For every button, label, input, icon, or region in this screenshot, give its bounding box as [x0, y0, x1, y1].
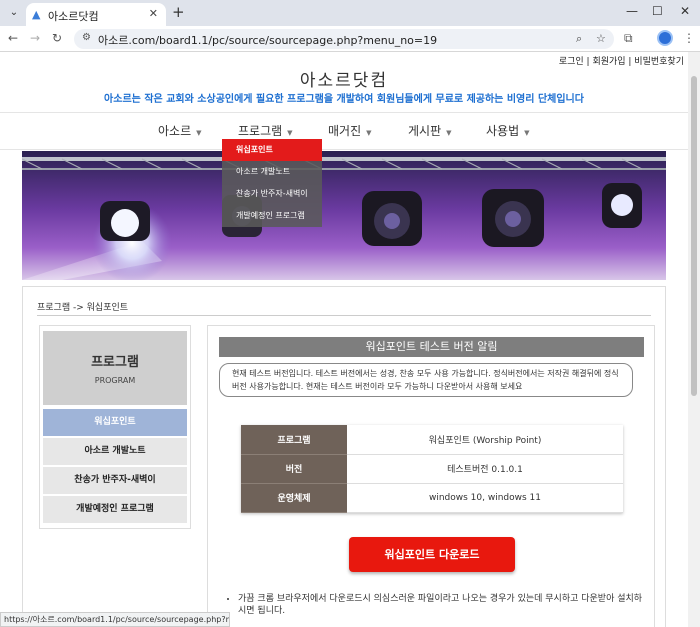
back-arrow-icon[interactable]: ← — [8, 31, 18, 45]
minimize-icon[interactable]: — — [626, 4, 638, 18]
caret-down-icon: ▼ — [446, 129, 452, 137]
scrollbar-thumb[interactable] — [691, 76, 697, 396]
favicon-icon: ▲ — [32, 8, 41, 21]
tab-title: 아소르닷컴 — [48, 10, 99, 23]
caret-down-icon: ▼ — [524, 129, 530, 137]
close-icon[interactable]: ✕ — [149, 7, 158, 20]
main-content: 워십포인트 테스트 버전 알림 현재 테스트 버전입니다. 테스트 버전에서는 … — [207, 325, 655, 627]
sidebar-item-devnote[interactable]: 아소르 개발노트 — [43, 438, 187, 465]
dropdown-item-upcoming[interactable]: 개발예정인 프로그램 — [222, 205, 322, 227]
extensions-icon[interactable]: ⧉ — [624, 31, 633, 46]
caret-down-icon: ▼ — [366, 129, 372, 137]
page-scrollbar[interactable] — [688, 52, 700, 627]
sidebar-item-upcoming[interactable]: 개발예정인 프로그램 — [43, 496, 187, 523]
sidebar-item-worshippoint[interactable]: 워십포인트 — [43, 409, 187, 436]
tips-list: 가끔 크롬 브라우저에서 다운로드시 의심스러운 파일이라고 나오는 경우가 있… — [228, 593, 648, 617]
table-row: 버전 테스트버전 0.1.0.1 — [241, 454, 623, 484]
dropdown-item-devnote[interactable]: 아소르 개발노트 — [222, 161, 322, 183]
nav-label: 게시판 — [408, 124, 442, 138]
address-url[interactable]: 아소르.com/board1.1/pc/source/sourcepage.ph… — [98, 32, 437, 48]
forward-arrow-icon[interactable]: → — [30, 31, 40, 45]
program-dropdown-menu: 워십포인트 아소르 개발노트 찬송가 반주자-새벽이 개발예정인 프로그램 — [222, 139, 322, 227]
bookmark-star-icon[interactable]: ☆ — [596, 32, 606, 45]
table-row: 운영체제 windows 10, windows 11 — [241, 483, 623, 513]
breadcrumb-divider — [37, 315, 651, 316]
site-subtitle: 아소르는 작은 교회와 소상공인에게 필요한 프로그램을 개발하여 회원님들에게… — [104, 94, 584, 105]
notice-box: 현재 테스트 버전입니다. 테스트 버전에서는 성경, 찬송 모두 사용 가능합… — [219, 363, 633, 397]
table-value: windows 10, windows 11 — [347, 483, 623, 513]
table-value: 워십포인트 (Worship Point) — [347, 425, 623, 455]
table-row: 프로그램 워십포인트 (Worship Point) — [241, 425, 623, 455]
content-frame: 프로그램 -> 워십포인트 프로그램 PROGRAM 워십포인트 아소르 개발노… — [22, 286, 666, 627]
content-title: 워십포인트 테스트 버전 알림 — [219, 337, 644, 357]
nav-item-board[interactable]: 게시판 ▼ — [408, 122, 452, 139]
table-value: 테스트버전 0.1.0.1 — [347, 454, 623, 484]
list-item: 가끔 크롬 브라우저에서 다운로드시 의심스러운 파일이라고 나오는 경우가 있… — [238, 593, 648, 617]
status-bar-url: https://아소르.com/board1.1/pc/source/sourc… — [0, 612, 230, 627]
program-info-table: 프로그램 워십포인트 (Worship Point) 버전 테스트버전 0.1.… — [241, 425, 623, 513]
reload-icon[interactable]: ↻ — [52, 31, 62, 45]
nav-item-magazine[interactable]: 매거진 ▼ — [328, 122, 372, 139]
site-title[interactable]: 아소르닷컴 — [0, 66, 688, 91]
nav-label: 아소르 — [158, 124, 192, 138]
breadcrumb: 프로그램 -> 워십포인트 — [37, 303, 129, 313]
zoom-icon[interactable]: ⌕ — [576, 32, 582, 46]
nav-label: 매거진 — [328, 124, 362, 138]
stage-lights-banner — [22, 151, 666, 280]
nav-item-asor[interactable]: 아소르 ▼ — [158, 122, 202, 139]
maximize-icon[interactable]: ☐ — [652, 4, 663, 18]
sidebar: 프로그램 PROGRAM 워십포인트 아소르 개발노트 찬송가 반주자-새벽이 … — [39, 325, 191, 529]
dropdown-item-worshippoint[interactable]: 워십포인트 — [222, 139, 322, 161]
table-key: 버전 — [241, 454, 347, 484]
browser-toolbar: ← → ↻ ⚙ 아소르.com/board1.1/pc/source/sourc… — [0, 26, 700, 52]
web-page: 로그인 | 회원가입 | 비밀번호찾기 아소르닷컴 아소르는 작은 교회와 소상… — [0, 52, 688, 627]
nav-item-program[interactable]: 프로그램 ▼ — [238, 122, 293, 139]
address-bar[interactable]: ⚙ 아소르.com/board1.1/pc/source/sourcepage.… — [74, 29, 614, 49]
window-close-icon[interactable]: ✕ — [680, 4, 690, 18]
sidebar-header: 프로그램 PROGRAM — [43, 331, 187, 405]
nav-label: 프로그램 — [238, 124, 283, 138]
dropdown-item-hymn-accompanist[interactable]: 찬송가 반주자-새벽이 — [222, 183, 322, 205]
sidebar-item-hymn-accompanist[interactable]: 찬송가 반주자-새벽이 — [43, 467, 187, 494]
site-info-icon[interactable]: ⚙ — [82, 32, 91, 43]
table-key: 운영체제 — [241, 483, 347, 513]
profile-avatar[interactable] — [657, 30, 673, 46]
new-tab-icon[interactable]: + — [172, 3, 185, 21]
main-navigation: 아소르 ▼ 프로그램 ▼ 매거진 ▼ 게시판 ▼ 사용법 ▼ — [0, 112, 688, 150]
nav-label: 사용법 — [486, 124, 520, 138]
browser-tab[interactable]: ▲ 아소르닷컴 ✕ — [26, 3, 166, 26]
sidebar-title-en: PROGRAM — [94, 376, 136, 385]
browser-tab-bar: ⌄ ▲ 아소르닷컴 ✕ + — ☐ ✕ — [0, 0, 700, 26]
download-button[interactable]: 워십포인트 다운로드 — [349, 537, 515, 572]
banner-illustration — [22, 157, 666, 280]
nav-item-usage[interactable]: 사용법 ▼ — [486, 122, 530, 139]
tab-search-icon[interactable]: ⌄ — [6, 5, 22, 21]
menu-kebab-icon[interactable]: ⋮ — [683, 31, 695, 45]
caret-down-icon: ▼ — [287, 129, 293, 137]
table-key: 프로그램 — [241, 425, 347, 455]
sidebar-title: 프로그램 — [91, 355, 139, 370]
caret-down-icon: ▼ — [196, 129, 202, 137]
